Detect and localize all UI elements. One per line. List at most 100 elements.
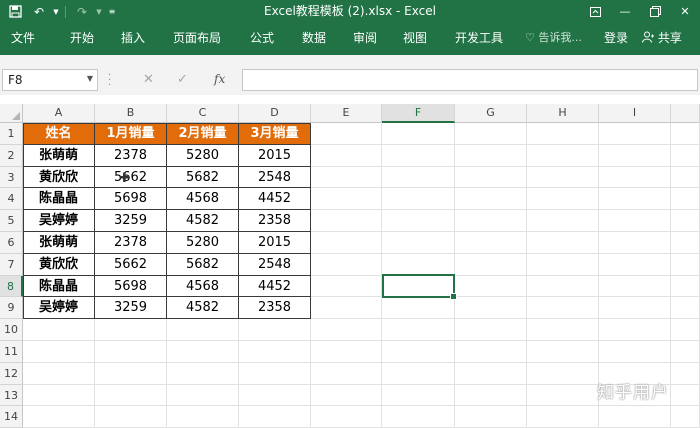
cell-a3[interactable]: 黄欣欣 xyxy=(23,167,95,188)
cell-c2[interactable]: 5280 xyxy=(167,145,239,167)
cell-j8[interactable] xyxy=(671,276,700,297)
cell-j9[interactable] xyxy=(671,297,700,319)
cell-a4[interactable]: 陈晶晶 xyxy=(23,188,95,210)
cell-c5[interactable]: 4582 xyxy=(167,210,239,232)
tab-view[interactable]: 视图 xyxy=(403,23,427,55)
column-header-d[interactable]: D xyxy=(239,104,311,123)
cancel-icon[interactable]: ✕ xyxy=(143,72,154,87)
cell-h4[interactable] xyxy=(527,188,599,210)
tab-page-layout[interactable]: 页面布局 xyxy=(173,23,221,55)
cell-g8[interactable] xyxy=(455,276,527,297)
cell-c11[interactable] xyxy=(167,341,239,363)
cell-f1[interactable] xyxy=(382,123,455,145)
cell-i7[interactable] xyxy=(599,254,671,276)
select-all-corner[interactable] xyxy=(0,104,23,123)
row-header-7[interactable]: 7 xyxy=(0,254,23,276)
cell-f14[interactable] xyxy=(382,406,455,428)
cell-c10[interactable] xyxy=(167,319,239,341)
row-header-4[interactable]: 4 xyxy=(0,188,23,210)
cell-h3[interactable] xyxy=(527,167,599,188)
cell-d11[interactable] xyxy=(239,341,311,363)
insert-function-icon[interactable]: fx xyxy=(214,72,225,86)
cell-b12[interactable] xyxy=(95,363,167,385)
tab-data[interactable]: 数据 xyxy=(302,23,326,55)
cell-f10[interactable] xyxy=(382,319,455,341)
cell-g5[interactable] xyxy=(455,210,527,232)
row-header-8[interactable]: 8 xyxy=(0,276,23,297)
cell-j11[interactable] xyxy=(671,341,700,363)
cell-c14[interactable] xyxy=(167,406,239,428)
row-header-12[interactable]: 12 xyxy=(0,363,23,385)
cell-j7[interactable] xyxy=(671,254,700,276)
cell-h14[interactable] xyxy=(527,406,599,428)
column-header-f[interactable]: F xyxy=(382,104,455,123)
cell-c3[interactable]: 5682 xyxy=(167,167,239,188)
cell-c7[interactable]: 5682 xyxy=(167,254,239,276)
cell-e9[interactable] xyxy=(311,297,382,319)
cell-g3[interactable] xyxy=(455,167,527,188)
cell-e10[interactable] xyxy=(311,319,382,341)
cell-d5[interactable]: 2358 xyxy=(239,210,311,232)
cell-f6[interactable] xyxy=(382,232,455,254)
cell-h12[interactable] xyxy=(527,363,599,385)
cell-a1[interactable]: 姓名 xyxy=(23,123,95,145)
cell-j5[interactable] xyxy=(671,210,700,232)
cell-i4[interactable] xyxy=(599,188,671,210)
column-header-a[interactable]: A xyxy=(23,104,95,123)
cell-i8[interactable] xyxy=(599,276,671,297)
cell-g4[interactable] xyxy=(455,188,527,210)
cell-g14[interactable] xyxy=(455,406,527,428)
cell-a5[interactable]: 吴婷婷 xyxy=(23,210,95,232)
cell-d13[interactable] xyxy=(239,385,311,406)
cell-a8[interactable]: 陈晶晶 xyxy=(23,276,95,297)
cell-e11[interactable] xyxy=(311,341,382,363)
cell-a12[interactable] xyxy=(23,363,95,385)
undo-icon[interactable]: ↶ xyxy=(28,2,50,22)
cell-c9[interactable]: 4582 xyxy=(167,297,239,319)
cell-d10[interactable] xyxy=(239,319,311,341)
cell-g13[interactable] xyxy=(455,385,527,406)
cell-e1[interactable] xyxy=(311,123,382,145)
redo-dropdown-icon[interactable]: ▼ xyxy=(95,2,103,22)
row-header-11[interactable]: 11 xyxy=(0,341,23,363)
cell-d2[interactable]: 2015 xyxy=(239,145,311,167)
cell-b5[interactable]: 3259 xyxy=(95,210,167,232)
cell-d4[interactable]: 4452 xyxy=(239,188,311,210)
cell-f2[interactable] xyxy=(382,145,455,167)
cell-j1[interactable] xyxy=(671,123,700,145)
cell-h6[interactable] xyxy=(527,232,599,254)
cell-b8[interactable]: 5698 xyxy=(95,276,167,297)
cell-f5[interactable] xyxy=(382,210,455,232)
cell-e7[interactable] xyxy=(311,254,382,276)
row-header-2[interactable]: 2 xyxy=(0,145,23,167)
cell-b9[interactable]: 3259 xyxy=(95,297,167,319)
row-header-1[interactable]: 1 xyxy=(0,123,23,145)
cell-h8[interactable] xyxy=(527,276,599,297)
chevron-down-icon[interactable]: ▼ xyxy=(87,74,93,83)
cell-f12[interactable] xyxy=(382,363,455,385)
cell-i10[interactable] xyxy=(599,319,671,341)
cell-c8[interactable]: 4568 xyxy=(167,276,239,297)
cell-g9[interactable] xyxy=(455,297,527,319)
save-icon[interactable] xyxy=(4,2,26,22)
cell-i1[interactable] xyxy=(599,123,671,145)
cell-b10[interactable] xyxy=(95,319,167,341)
row-header-9[interactable]: 9 xyxy=(0,297,23,319)
column-header-partial[interactable] xyxy=(671,104,700,123)
cell-d6[interactable]: 2015 xyxy=(239,232,311,254)
cell-a11[interactable] xyxy=(23,341,95,363)
formula-bar-grip-icon[interactable]: · · · xyxy=(108,71,112,91)
tab-home[interactable]: 开始 xyxy=(70,23,94,55)
cell-g11[interactable] xyxy=(455,341,527,363)
cell-b13[interactable] xyxy=(95,385,167,406)
cell-a6[interactable]: 张萌萌 xyxy=(23,232,95,254)
column-header-g[interactable]: G xyxy=(455,104,527,123)
cell-c4[interactable]: 4568 xyxy=(167,188,239,210)
cell-a13[interactable] xyxy=(23,385,95,406)
cell-a14[interactable] xyxy=(23,406,95,428)
row-header-3[interactable]: 3 xyxy=(0,167,23,188)
cell-j4[interactable] xyxy=(671,188,700,210)
name-box[interactable]: F8 ▼ xyxy=(2,69,98,91)
cell-e3[interactable] xyxy=(311,167,382,188)
column-header-e[interactable]: E xyxy=(311,104,382,123)
